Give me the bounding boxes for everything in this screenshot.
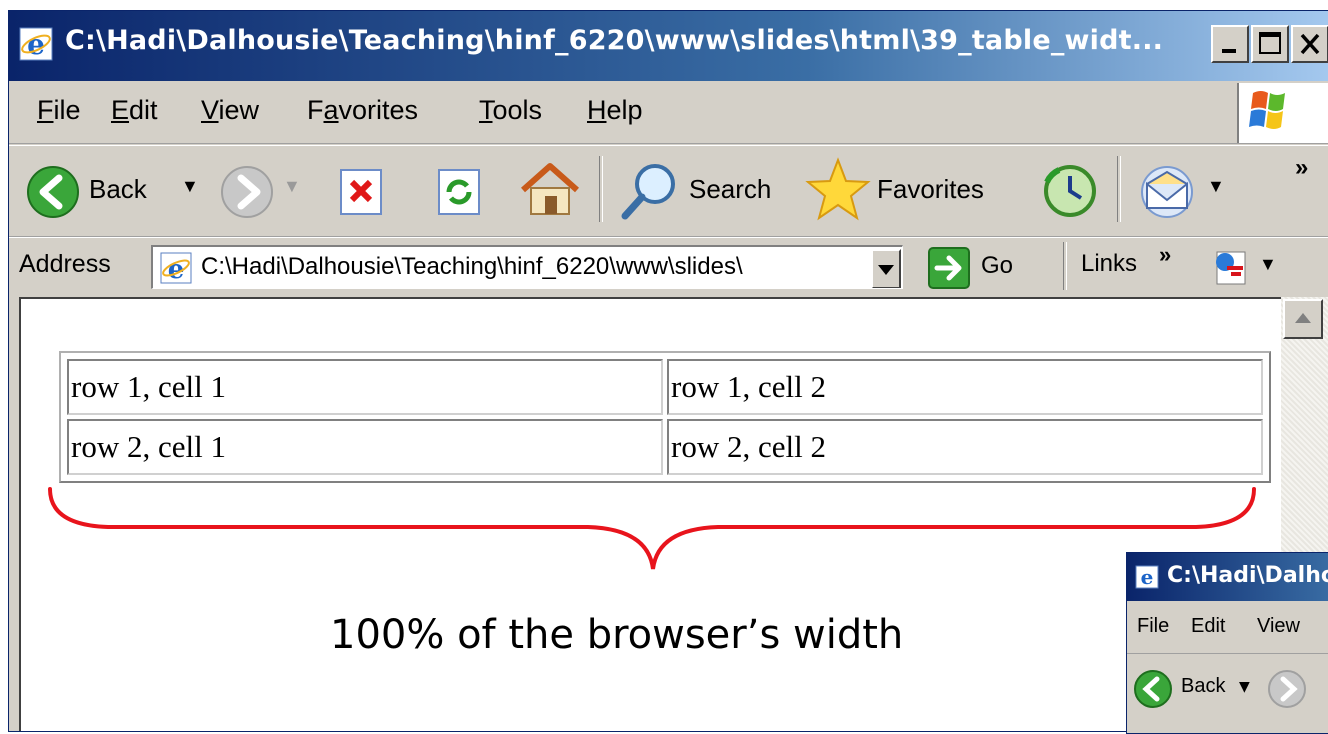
standard-toolbar: Back ▼ ▼ Search Favorites ▼ » <box>9 145 1328 237</box>
search-icon[interactable] <box>617 160 683 222</box>
favorites-button-label[interactable]: Favorites <box>877 174 984 205</box>
pdf-convert-icon[interactable] <box>1209 248 1253 288</box>
menu-edit-mnemonic: E <box>111 95 130 125</box>
secondary-menu-bar: File Edit View <box>1127 603 1328 654</box>
close-button[interactable] <box>1291 25 1328 63</box>
menu-help-mnemonic: H <box>587 95 607 125</box>
toolbar-overflow-chevron[interactable]: » <box>1295 154 1308 182</box>
maximize-icon <box>1259 32 1281 54</box>
maximize-button[interactable] <box>1251 25 1289 63</box>
go-button-label[interactable]: Go <box>981 252 1013 280</box>
toolbar-separator <box>599 156 603 222</box>
back-dropdown-icon[interactable]: ▼ <box>181 176 199 197</box>
svg-text:e: e <box>27 28 45 61</box>
menu-tools-mnemonic: T <box>479 95 493 125</box>
menu-view-rest: iew <box>218 95 260 125</box>
table: row 1, cell 1 row 1, cell 2 row 2, cell … <box>63 355 1267 479</box>
home-icon[interactable] <box>517 160 583 220</box>
history-icon[interactable] <box>1039 160 1101 222</box>
address-field[interactable]: e C:\Hadi\Dalhousie\Teaching\hinf_6220\w… <box>151 245 903 289</box>
secondary-menu-edit[interactable]: Edit <box>1191 615 1225 638</box>
table-cell: row 1, cell 2 <box>667 359 1263 415</box>
scroll-up-arrow-icon <box>1295 313 1311 323</box>
menu-favorites-pre: F <box>307 95 324 125</box>
menu-bar: File Edit View Favorites Tools Help <box>9 81 1328 144</box>
links-label[interactable]: Links <box>1081 250 1137 278</box>
forward-arrow-icon[interactable] <box>219 164 275 220</box>
menu-view[interactable]: View <box>201 95 259 126</box>
table-cell: row 2, cell 2 <box>667 419 1263 475</box>
address-input[interactable]: C:\Hadi\Dalhousie\Teaching\hinf_6220\www… <box>201 253 743 281</box>
address-separator <box>1063 242 1067 290</box>
menu-file-mnemonic: F <box>37 95 54 125</box>
chevron-down-icon <box>878 265 894 275</box>
minimize-icon <box>1222 49 1236 53</box>
pdf-dropdown-icon[interactable]: ▼ <box>1259 254 1277 275</box>
secondary-menu-file[interactable]: File <box>1137 615 1169 638</box>
table-row: row 1, cell 1 row 1, cell 2 <box>67 359 1263 415</box>
close-icon <box>1300 33 1320 55</box>
table-cell: row 2, cell 1 <box>67 419 663 475</box>
forward-dropdown-icon[interactable]: ▼ <box>283 176 301 197</box>
menu-favorites-rest: vorites <box>338 95 419 125</box>
ie-icon: e <box>19 27 53 61</box>
page-icon: e <box>160 252 192 285</box>
menu-file[interactable]: File <box>37 95 81 126</box>
window-title: C:\Hadi\Dalhousie\Teaching\hinf_6220\www… <box>65 25 1164 56</box>
menu-file-rest: ile <box>53 95 81 125</box>
table-row: row 2, cell 1 row 2, cell 2 <box>67 419 1263 475</box>
toolbar-separator-2 <box>1117 156 1121 222</box>
secondary-forward-arrow-icon[interactable] <box>1267 669 1307 709</box>
menu-edit-rest: dit <box>129 95 158 125</box>
secondary-title-bar[interactable]: e C:\Hadi\Dalhou <box>1127 553 1328 601</box>
menu-help[interactable]: Help <box>587 95 643 126</box>
stop-icon[interactable] <box>335 166 387 218</box>
menu-favorites-mnemonic: a <box>323 95 339 125</box>
menu-help-rest: elp <box>606 95 643 125</box>
width-brace <box>48 487 1256 570</box>
svg-text:e: e <box>1141 565 1154 589</box>
favorites-star-icon[interactable] <box>805 156 871 222</box>
demo-table: row 1, cell 1 row 1, cell 2 row 2, cell … <box>59 351 1271 483</box>
windows-flag-icon <box>1249 91 1285 129</box>
menu-edit[interactable]: Edit <box>111 95 158 126</box>
slide: e C:\Hadi\Dalhousie\Teaching\hinf_6220\w… <box>0 0 1328 734</box>
search-button-label[interactable]: Search <box>689 174 771 205</box>
secondary-window-title: C:\Hadi\Dalhou <box>1167 563 1328 588</box>
address-label: Address <box>19 250 111 278</box>
windows-logo <box>1237 83 1328 143</box>
menu-favorites[interactable]: Favorites <box>307 95 418 126</box>
back-button-label[interactable]: Back <box>89 174 147 205</box>
secondary-ie-icon: e <box>1135 565 1159 589</box>
table-cell: row 1, cell 1 <box>67 359 663 415</box>
secondary-back-dropdown-icon[interactable]: ▼ <box>1239 679 1250 695</box>
menu-tools-rest: ools <box>492 95 543 125</box>
secondary-browser-window: e C:\Hadi\Dalhou File Edit View Back ▼ <box>1126 552 1328 734</box>
secondary-toolbar: Back ▼ <box>1127 657 1328 717</box>
secondary-back-label[interactable]: Back <box>1181 675 1225 698</box>
secondary-menu-view[interactable]: View <box>1257 615 1300 638</box>
refresh-icon[interactable] <box>433 166 485 218</box>
address-bar: Address e C:\Hadi\Dalhousie\Teaching\hin… <box>9 237 1328 296</box>
go-arrow-icon[interactable] <box>927 246 971 290</box>
address-dropdown-button[interactable] <box>871 249 901 288</box>
minimize-button[interactable] <box>1211 25 1249 63</box>
title-bar[interactable]: e C:\Hadi\Dalhousie\Teaching\hinf_6220\w… <box>9 11 1328 81</box>
mail-icon[interactable] <box>1135 162 1203 220</box>
menu-tools[interactable]: Tools <box>479 95 542 126</box>
links-overflow-chevron[interactable]: » <box>1159 242 1171 268</box>
secondary-back-arrow-icon[interactable] <box>1133 669 1173 709</box>
mail-dropdown-icon[interactable]: ▼ <box>1207 176 1225 197</box>
back-arrow-icon[interactable] <box>25 164 81 220</box>
scroll-up-button[interactable] <box>1283 299 1323 339</box>
menu-view-mnemonic: V <box>201 95 219 125</box>
